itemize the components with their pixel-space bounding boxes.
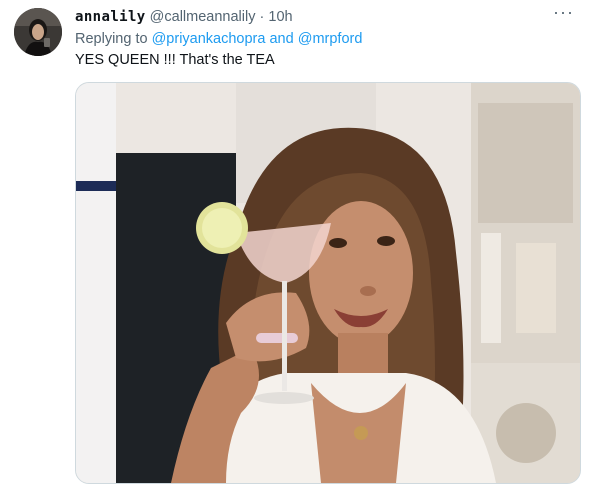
replying-to-line: Replying to @priyankachopra and @mrpford	[75, 31, 362, 47]
user-handle[interactable]: @callmeannalily	[150, 9, 256, 25]
user-avatar[interactable]	[14, 8, 62, 56]
replying-conjunction: and	[269, 31, 294, 47]
mention-priyankachopra[interactable]: @priyankachopra	[152, 31, 266, 47]
replying-prefix: Replying to	[75, 31, 148, 47]
separator-dot: ·	[259, 9, 265, 25]
display-name[interactable]: annalily	[75, 9, 146, 25]
tweet-text: YES QUEEN !!! That's the TEA	[75, 52, 275, 68]
more-options-icon[interactable]: ···	[553, 3, 574, 21]
mention-mrpford[interactable]: @mrpford	[298, 31, 363, 47]
timestamp[interactable]: 10h	[268, 9, 292, 25]
tweet-media-image[interactable]	[75, 82, 581, 484]
tweet-header: annalily @callmeannalily · 10h	[75, 9, 572, 27]
